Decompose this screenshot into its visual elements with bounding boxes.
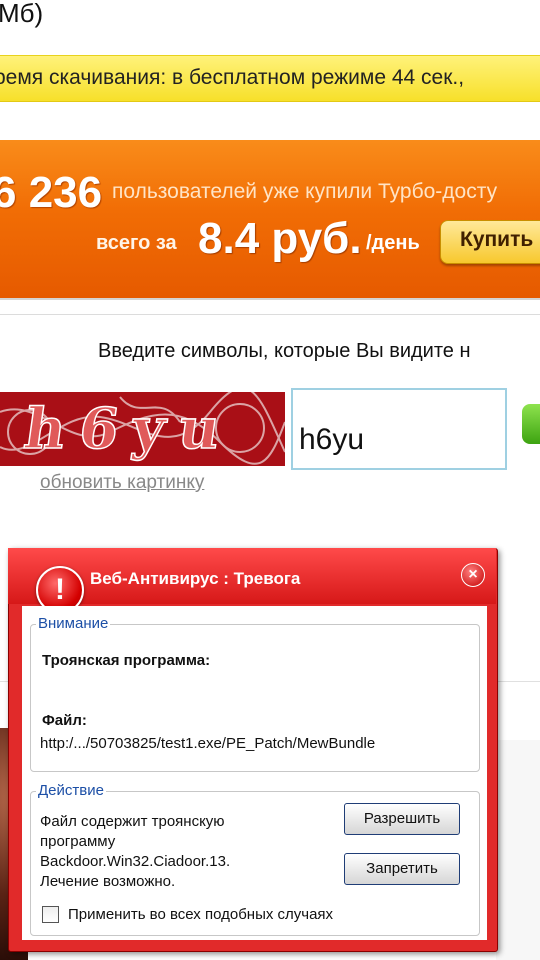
captcha-prompt: Введите символы, которые Вы видите н xyxy=(98,340,471,362)
file-label: Файл: xyxy=(42,712,87,729)
action-line: Файл содержит троянскую xyxy=(40,813,225,830)
attention-group-label: Внимание xyxy=(36,615,111,632)
action-line: программу xyxy=(40,833,116,850)
section-divider xyxy=(0,314,540,315)
file-size-text: Мб) xyxy=(0,0,44,28)
action-group-label: Действие xyxy=(36,782,106,799)
captcha-image: h6yu xyxy=(0,392,285,466)
captcha-image-text: h6yu xyxy=(20,396,238,462)
apply-all-checkbox[interactable] xyxy=(42,906,59,923)
file-path: http:/.../50703825/test1.exe/PE_Patch/Me… xyxy=(40,735,376,752)
captcha-distortion-svg: h6yu xyxy=(0,392,285,465)
promo-users-text: пользователей уже купили Турбо-досту xyxy=(112,180,498,203)
promo-user-count: 6 236 xyxy=(0,168,103,217)
captcha-input[interactable] xyxy=(291,388,507,470)
download-time-bar: ремя скачивания: в бесплатном режиме 44 … xyxy=(0,55,540,102)
promo-for-text: всего за xyxy=(96,232,177,254)
download-time-text: ремя скачивания: в бесплатном режиме 44 … xyxy=(0,66,465,89)
apply-all-label[interactable]: Применить во всех подобных случаях xyxy=(68,906,333,923)
trojan-label: Троянская программа: xyxy=(42,652,211,669)
action-description: Файл содержит троянскую программу Backdo… xyxy=(40,812,320,892)
background-panel xyxy=(496,740,540,960)
deny-button[interactable]: Запретить xyxy=(344,853,460,885)
submit-button[interactable] xyxy=(522,404,540,444)
buy-button-label[interactable]: Купить xyxy=(460,228,533,252)
antivirus-title: Веб-Антивирус : Тревога xyxy=(90,569,301,588)
promo-price: 8.4 руб. xyxy=(198,214,362,263)
allow-button[interactable]: Разрешить xyxy=(344,803,460,835)
close-icon[interactable]: × xyxy=(461,563,485,587)
action-line: Backdoor.Win32.Ciadoor.13. xyxy=(40,853,231,870)
action-line: Лечение возможно. xyxy=(40,873,176,890)
promo-per-day: /день xyxy=(366,232,420,254)
refresh-captcha-link[interactable]: обновить картинку xyxy=(40,472,204,494)
